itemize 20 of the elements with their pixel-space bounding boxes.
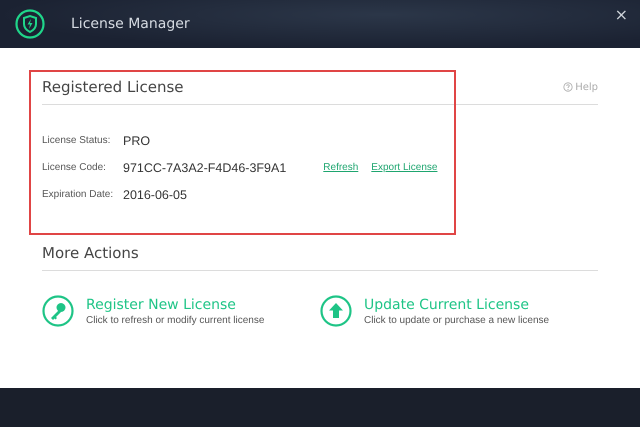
field-value: 971CC-7A3A2-F4D46-3F9A1 xyxy=(123,160,286,174)
section-heading: Registered License xyxy=(42,78,184,96)
help-icon[interactable] xyxy=(563,82,574,92)
close-button[interactable]: × xyxy=(612,6,630,24)
field-label: License Status: xyxy=(42,135,112,146)
window-title: License Manager xyxy=(71,16,190,32)
field-label: Expiration Date: xyxy=(42,189,114,200)
text-link[interactable]: Refresh xyxy=(323,162,358,173)
help-link[interactable]: Help xyxy=(563,82,598,92)
action-description: Click to refresh or modify current license xyxy=(86,314,264,326)
field-value: PRO xyxy=(123,134,150,148)
key-icon[interactable] xyxy=(42,295,74,327)
shield-logo-icon xyxy=(15,9,45,39)
action-link[interactable]: Register New License xyxy=(86,296,264,312)
section-heading: More Actions xyxy=(42,244,139,262)
action-description: Click to update or purchase a new license xyxy=(364,314,550,326)
text-link[interactable]: Export License xyxy=(371,162,438,173)
action-link[interactable]: Update Current License xyxy=(364,296,550,312)
field-value: 2016-06-05 xyxy=(123,188,187,202)
field-label: License Code: xyxy=(42,162,107,173)
